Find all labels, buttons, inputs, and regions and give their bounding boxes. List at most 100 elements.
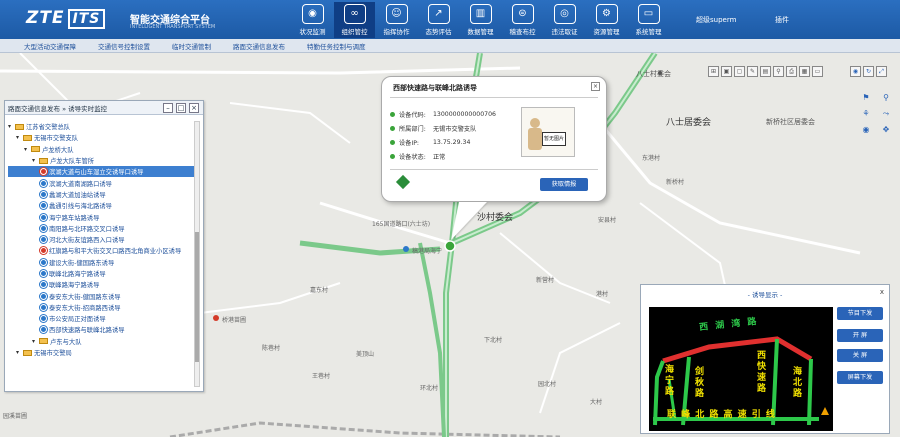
compass-icon[interactable]: ✥ [879, 124, 893, 136]
tree-device[interactable]: 联峰北路海宁路诱导 [8, 268, 194, 279]
led-road-left: 海宁路 [665, 365, 675, 397]
logo-its: ITS [67, 9, 106, 29]
close-icon[interactable]: × [591, 82, 600, 91]
nav-command[interactable]: ☺ 指挥协作 [376, 2, 417, 38]
expand-toggle-icon[interactable]: ▾ [32, 338, 39, 345]
tree-folder[interactable]: ▾ 卢东与大队 [8, 336, 194, 347]
tree-device[interactable]: 西部快速路与联峰北路诱导 [8, 324, 194, 335]
expand-toggle-icon[interactable]: ▾ [24, 146, 31, 153]
map-label: 新营村 [536, 277, 555, 284]
layer-icon[interactable]: ▤ [760, 66, 771, 77]
nav-assessment[interactable]: ↗ 态势评估 [418, 2, 459, 38]
map-label: 八士村委会 [636, 70, 671, 78]
nav-label: 态势评估 [425, 28, 452, 36]
send-program-button[interactable]: 节目下发 [837, 307, 883, 320]
pin-icon[interactable]: ⚲ [773, 66, 784, 77]
map-label: 沙村委会 [477, 213, 514, 223]
grid-icon[interactable]: ▦ [799, 66, 810, 77]
print-icon[interactable]: ⎙ [786, 66, 797, 77]
tree-folder[interactable]: ▾ 江苏省交警总队 [8, 121, 194, 132]
device-icon [40, 270, 47, 277]
plugin-link[interactable]: 插件 [775, 15, 789, 25]
device-info-popup: 西部快速路与联峰北路诱导 × 设备代码: 1300000000000706 所属部… [381, 76, 607, 202]
tree-device[interactable]: 海宁路车站路诱导 [8, 211, 194, 222]
nav-resources[interactable]: ⚙ 资源管理 [586, 2, 627, 38]
nav-data[interactable]: ▥ 数据管理 [460, 2, 501, 38]
info-key: 设备IP: [399, 140, 420, 147]
expand-toggle-icon[interactable]: ▾ [32, 157, 39, 164]
tree-device[interactable]: 河北大街友谊路西入口诱导 [8, 234, 194, 245]
tree-device[interactable]: 蠡湖大道加油站诱导 [8, 189, 194, 200]
no-image-sign: 暂无图片 [542, 132, 566, 146]
subnav-special-task[interactable]: 特勤任务控制与调度 [307, 41, 366, 51]
expand-toggle-icon[interactable]: ▾ [16, 134, 23, 141]
fullscreen-icon[interactable]: ⤢ [876, 66, 887, 77]
user-name[interactable]: 超级superm [696, 15, 736, 25]
tree-device[interactable]: 联峰路海宁路诱导 [8, 279, 194, 290]
tree-device[interactable]: 市公安局正对面诱导 [8, 313, 194, 324]
led-guidance-screen: 西 湖 湾 路 海宁路 剑秋路 西快速路 海北路 联 峰 北 路 高 速 引 线 [649, 307, 833, 431]
divider [390, 169, 598, 170]
tree-device[interactable]: 建设大街-健国路东诱导 [8, 257, 194, 268]
nav-org-control[interactable]: ∞ 组织管控 [334, 2, 375, 38]
nav-inspection[interactable]: ⊜ 稽查布控 [502, 2, 543, 38]
route-icon[interactable]: ⤳ [879, 108, 893, 120]
screen-off-button[interactable]: 关 屏 [837, 349, 883, 362]
status-dot-icon [390, 140, 395, 145]
close-icon[interactable]: x [880, 288, 884, 296]
measure-icon[interactable]: ✎ [747, 66, 758, 77]
map-label: 陈巷村 [262, 345, 281, 352]
nav-evidence[interactable]: ◎ 违法取证 [544, 2, 585, 38]
expand-toggle-icon[interactable]: ▾ [16, 349, 23, 356]
subnav-event-guarantee[interactable]: 大型活动交通保障 [24, 41, 76, 51]
get-info-button[interactable]: 获取情报 [540, 178, 588, 191]
pan-icon[interactable]: ▣ [721, 66, 732, 77]
eye-view-icon[interactable]: ◉ [850, 66, 861, 77]
eye-icon[interactable]: ◉ [859, 124, 873, 136]
subnav-temp-control[interactable]: 临时交通管制 [172, 41, 211, 51]
minimize-icon[interactable]: – [163, 103, 173, 113]
tree-device[interactable]: 滨湖大道与山车湿立交诱导口诱导 [8, 166, 194, 178]
map-label: 园溪苗圃 [3, 413, 28, 420]
tree-scrollbar[interactable] [194, 121, 200, 387]
map-label: 桥港苗圃 [222, 317, 247, 324]
traffic-light-icon[interactable]: ⚑ [859, 92, 873, 104]
person-icon[interactable]: ⚲ [879, 92, 893, 104]
device-icon [40, 247, 47, 255]
tree-device[interactable]: 南阳路与北环路交叉口诱导 [8, 223, 194, 234]
map-label: 嘉东村 [310, 287, 329, 294]
tree-folder[interactable]: ▾ 无锡市交警局 [8, 347, 194, 358]
vehicle-icon[interactable]: ⚘ [859, 108, 873, 120]
tree-device[interactable]: 泰安东大街-健国路东诱导 [8, 290, 194, 301]
map-label: 八士居委会 [666, 118, 712, 128]
select-box-icon[interactable]: ▢ [734, 66, 745, 77]
refresh-icon[interactable]: ↻ [863, 66, 874, 77]
tree-node-label: 无锡市交警支队 [34, 135, 79, 143]
tree-node-label: 联峰北路海宁路诱导 [49, 271, 106, 278]
zoom-in-icon[interactable]: ⊞ [708, 66, 719, 77]
map-label: 165国道路口(六士坊) [372, 221, 431, 228]
status-dot-icon [390, 126, 395, 131]
tree-device[interactable]: 蠡通引线与海北路诱导 [8, 200, 194, 211]
nav-status[interactable]: ◉ 状况监测 [292, 2, 333, 38]
screen-on-button[interactable]: 开 屏 [837, 329, 883, 342]
tree-folder[interactable]: ▾ 卢龙桥大队 [8, 144, 194, 155]
subnav-info-release[interactable]: 路面交通信息发布 [233, 41, 285, 51]
folder-icon [15, 123, 24, 130]
screen-send-button[interactable]: 屏幕下发 [837, 371, 883, 384]
tree-node-label: 西部快速路与联峰北路诱导 [49, 327, 125, 335]
subnav-signal-control[interactable]: 交通信号控制设置 [98, 41, 150, 51]
close-icon[interactable]: × [189, 103, 199, 113]
tree-device[interactable]: 泰安东大街-招商路西诱导 [8, 302, 194, 313]
tree-device[interactable]: 滨湖大道南湖路口诱导 [8, 177, 194, 188]
expand-toggle-icon[interactable]: ▾ [8, 123, 15, 130]
tree-folder[interactable]: ▾ 卢龙大队车管所 [8, 155, 194, 166]
tree-node-label: 联峰路海宁路诱导 [49, 282, 100, 290]
nav-system[interactable]: ▭ 系统管理 [628, 2, 669, 38]
tree-folder[interactable]: ▾ 无锡市交警支队 [8, 132, 194, 143]
scroll-thumb[interactable] [195, 232, 199, 362]
tree-device[interactable]: 红旗路与和平大街交叉口路西北角商业小区诱导 [8, 245, 194, 256]
figure-body-icon [528, 128, 542, 150]
maximize-icon[interactable]: □ [176, 103, 186, 113]
clear-icon[interactable]: ▭ [812, 66, 823, 77]
